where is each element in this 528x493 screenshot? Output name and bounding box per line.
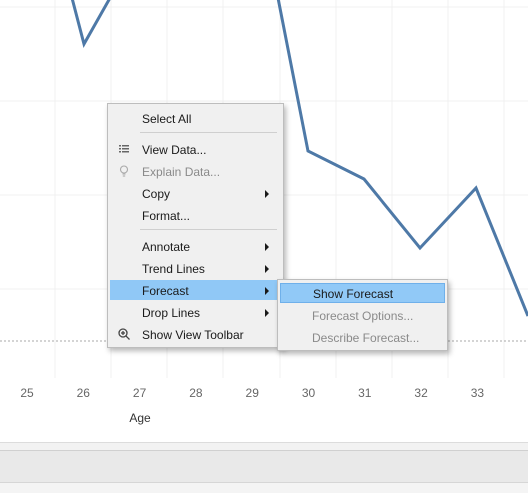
submenu-item-describe-forecast[interactable]: Describe Forecast... — [280, 327, 445, 347]
x-axis-tick-labels: 2526272829303132333 — [20, 386, 485, 400]
menu-item-label: Forecast — [142, 284, 189, 298]
x-tick-label: 29 — [246, 386, 260, 400]
forecast-submenu: Show Forecast Forecast Options... Descri… — [277, 279, 448, 351]
menu-item-show-view-toolbar[interactable]: Show View Toolbar — [110, 324, 281, 344]
menu-item-label: Select All — [142, 112, 192, 126]
menu-item-label: Drop Lines — [142, 306, 201, 320]
menu-item-label: Format... — [142, 209, 191, 223]
menu-item-select-all[interactable]: Select All — [110, 108, 281, 128]
x-axis-title: Age — [129, 411, 151, 425]
x-tick-label: 32 — [414, 386, 428, 400]
menu-separator — [140, 132, 277, 133]
x-tick-label: 31 — [358, 386, 372, 400]
submenu-arrow-icon — [265, 243, 269, 251]
menu-item-format[interactable]: Format... — [110, 205, 281, 225]
menu-item-forecast[interactable]: Forecast — [110, 280, 281, 300]
menu-item-label: Show View Toolbar — [142, 328, 244, 342]
menu-item-copy[interactable]: Copy — [110, 183, 281, 203]
submenu-arrow-icon — [265, 309, 269, 317]
x-tick-label: 26 — [77, 386, 91, 400]
submenu-item-show-forecast[interactable]: Show Forecast — [280, 283, 445, 303]
submenu-arrow-icon — [265, 190, 269, 198]
menu-item-label: Explain Data... — [142, 165, 221, 179]
submenu-item-forecast-options[interactable]: Forecast Options... — [280, 305, 445, 325]
status-bar — [0, 482, 528, 493]
menu-item-label: Trend Lines — [142, 262, 205, 276]
x-tick-label: 30 — [302, 386, 316, 400]
menu-separator — [140, 229, 277, 230]
lightbulb-icon — [116, 163, 132, 179]
menu-item-label: Show Forecast — [313, 287, 394, 301]
submenu-arrow-icon — [265, 265, 269, 273]
menu-item-label: View Data... — [142, 143, 207, 157]
zoom-icon — [116, 326, 132, 342]
context-menu: Select All View Data... Explain Data... … — [107, 103, 284, 348]
menu-item-label: Describe Forecast... — [312, 331, 420, 345]
x-tick-label: 28 — [189, 386, 203, 400]
menu-item-label: Annotate — [142, 240, 191, 254]
menu-item-drop-lines[interactable]: Drop Lines — [110, 302, 281, 322]
menu-item-label: Forecast Options... — [312, 309, 414, 323]
menu-item-trend-lines[interactable]: Trend Lines — [110, 258, 281, 278]
menu-item-annotate[interactable]: Annotate — [110, 236, 281, 256]
x-tick-label: 25 — [20, 386, 34, 400]
submenu-arrow-icon — [265, 287, 269, 295]
menu-item-explain-data[interactable]: Explain Data... — [110, 161, 281, 181]
table-icon — [116, 141, 132, 157]
menu-item-label: Copy — [142, 187, 171, 201]
x-tick-label: 27 — [133, 386, 147, 400]
x-tick-label: 33 — [471, 386, 485, 400]
menu-item-view-data[interactable]: View Data... — [110, 139, 281, 159]
